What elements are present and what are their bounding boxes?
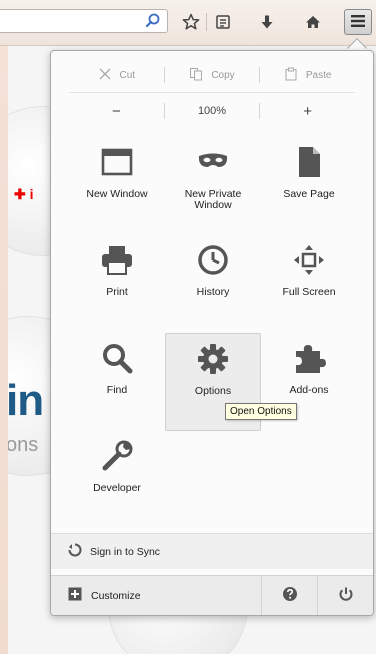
new-window-icon — [101, 148, 133, 176]
zoom-reset-button[interactable]: 100% — [165, 105, 260, 117]
zoom-out-button[interactable]: − — [69, 103, 164, 120]
background-logo-fragment: ✚ i — [14, 186, 34, 202]
developer-button[interactable]: Developer — [69, 431, 165, 529]
copy-icon — [189, 67, 203, 84]
cut-label: Cut — [119, 69, 136, 81]
paste-button[interactable]: Paste — [260, 67, 355, 84]
menu-panel: Cut Copy Paste − 100% + New Window New P… — [50, 50, 374, 616]
paste-icon — [284, 67, 298, 84]
puzzle-icon — [296, 345, 326, 373]
menu-item-label: Add-ons — [289, 384, 329, 396]
menu-item-label: Print — [106, 286, 128, 298]
panel-footer: Customize — [51, 575, 373, 615]
save-page-icon — [299, 147, 320, 177]
menu-item-label: New Private Window — [184, 188, 242, 211]
search-icon[interactable] — [144, 12, 162, 30]
menu-item-label: Full Screen — [282, 286, 336, 298]
customize-label: Customize — [91, 589, 141, 602]
zoom-controls: − 100% + — [69, 99, 355, 123]
background-logo-fragment: in — [8, 376, 44, 425]
menu-item-label: Options — [194, 385, 232, 397]
reading-list-icon[interactable] — [212, 11, 234, 33]
menu-item-label: Developer — [93, 482, 141, 494]
find-button[interactable]: Find — [69, 333, 165, 431]
customize-button[interactable]: Customize — [51, 576, 261, 615]
background-text-fragment: ons — [8, 434, 39, 456]
options-tooltip: Open Options — [225, 403, 297, 420]
help-icon — [282, 586, 298, 605]
quit-button[interactable] — [317, 576, 373, 615]
full-screen-button[interactable]: Full Screen — [261, 235, 357, 333]
sign-in-to-sync-button[interactable]: Sign in to Sync — [51, 533, 373, 569]
clock-icon — [198, 245, 228, 275]
menu-item-label: New Window — [86, 188, 148, 200]
scissors-icon — [98, 67, 112, 84]
download-icon[interactable] — [256, 11, 278, 33]
menu-item-label: Find — [106, 384, 128, 396]
sync-label: Sign in to Sync — [90, 545, 161, 558]
power-icon — [338, 586, 354, 605]
home-icon[interactable] — [302, 11, 324, 33]
toolbar-divider — [206, 13, 207, 31]
save-page-button[interactable]: Save Page — [261, 137, 357, 235]
menu-icon — [350, 14, 366, 31]
sync-icon — [68, 543, 82, 560]
browser-toolbar — [0, 0, 376, 46]
bookmark-star-icon[interactable] — [180, 11, 202, 33]
menu-grid: New Window New Private Window Save Page … — [69, 137, 357, 529]
cut-button[interactable]: Cut — [69, 67, 164, 84]
divider — [69, 92, 355, 93]
wrench-icon — [102, 440, 133, 471]
copy-label: Copy — [211, 69, 235, 81]
private-mask-icon — [198, 153, 228, 167]
new-private-window-button[interactable]: New Private Window — [165, 137, 261, 235]
search-input[interactable] — [0, 9, 168, 33]
paste-label: Paste — [305, 69, 332, 81]
zoom-in-button[interactable]: + — [260, 103, 355, 120]
new-window-button[interactable]: New Window — [69, 137, 165, 235]
menu-item-label: History — [196, 286, 230, 298]
history-button[interactable]: History — [165, 235, 261, 333]
magnifier-icon — [103, 344, 133, 374]
customize-plus-icon — [68, 587, 82, 604]
gear-icon — [198, 344, 228, 374]
edit-controls: Cut Copy Paste — [69, 63, 355, 87]
printer-icon — [102, 246, 132, 275]
menu-item-label: Save Page — [283, 188, 335, 200]
open-menu-button[interactable] — [344, 9, 372, 35]
copy-button[interactable]: Copy — [165, 67, 260, 84]
print-button[interactable]: Print — [69, 235, 165, 333]
help-button[interactable] — [261, 576, 317, 615]
fullscreen-icon — [294, 245, 324, 275]
